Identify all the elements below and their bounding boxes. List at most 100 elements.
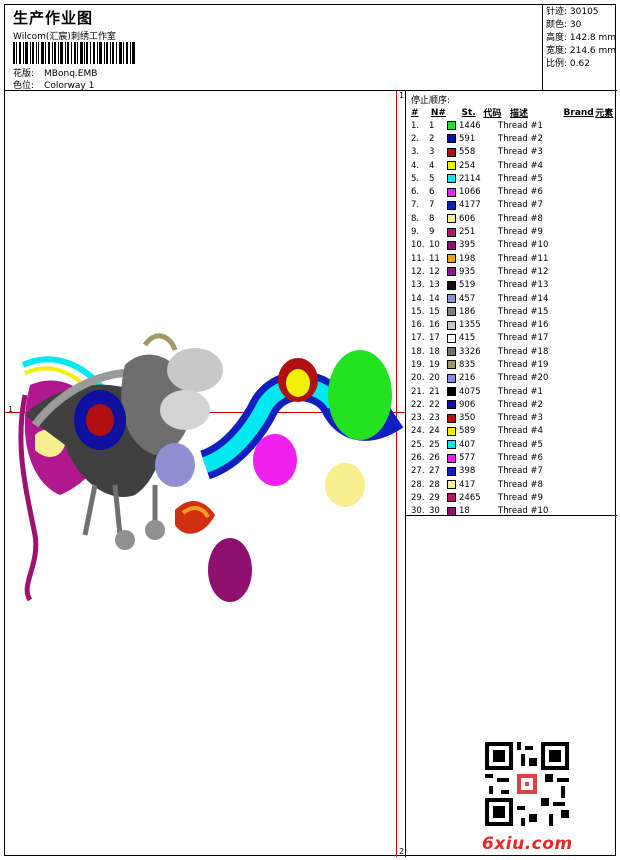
row-index: 12. (411, 266, 425, 277)
color-swatch-cell (445, 360, 458, 370)
row-description: Thread #12 (498, 266, 549, 277)
row-index: 17. (411, 333, 425, 344)
row-stitches: 417 (459, 479, 476, 490)
row-stitches: 18 (459, 506, 470, 517)
color-swatch-cell (445, 506, 458, 516)
row-description: Thread #11 (498, 253, 549, 264)
table-row: 10. 10 395 Thread #10 (409, 239, 617, 252)
row-index: 13. (411, 280, 425, 291)
row-stitches: 186 (459, 306, 476, 317)
row-needle: 11 (429, 253, 440, 264)
color-swatch-cell (445, 426, 458, 436)
color-swatch-cell (445, 413, 458, 423)
row-needle: 6 (429, 187, 435, 198)
row-stitches: 254 (459, 160, 476, 171)
row-stitches: 457 (459, 293, 476, 304)
row-index: 5. (411, 173, 420, 184)
table-row: 27. 27 398 Thread #7 (409, 465, 617, 478)
table-row: 1. 1 1446 Thread #1 (409, 119, 617, 132)
row-stitches: 415 (459, 333, 476, 344)
col-element: 元素 (595, 109, 614, 119)
color-swatch (447, 121, 456, 131)
row-index: 8. (411, 213, 420, 224)
color-swatch-cell (445, 134, 458, 144)
row-index: 14. (411, 293, 425, 304)
row-stitches: 589 (459, 426, 476, 437)
stop-sequence-table: 停止顺序: # N# St. 代码 描述 Brand 元素 1. 1 1446 Thr… (409, 91, 617, 518)
watermark-logo: 6xiu.com (482, 834, 573, 854)
table-row: 8. 8 606 Thread #8 (409, 212, 617, 225)
color-swatch (447, 174, 456, 184)
color-swatch (447, 360, 456, 370)
row-needle: 30 (429, 506, 440, 517)
row-index: 22. (411, 399, 425, 410)
table-row: 29. 29 2465 Thread #9 (409, 491, 617, 504)
row-stitches: 4177 (459, 200, 481, 211)
row-stitches: 3326 (459, 346, 481, 357)
row-index: 11. (411, 253, 425, 264)
color-swatch (447, 506, 456, 516)
row-description: Thread #3 (498, 413, 543, 424)
color-swatch (447, 453, 456, 463)
row-description: Thread #13 (498, 280, 549, 291)
color-swatch-cell (445, 161, 458, 171)
row-description: Thread #19 (498, 359, 549, 370)
color-swatch (447, 200, 456, 210)
table-row: 28. 28 417 Thread #8 (409, 478, 617, 491)
row-index: 9. (411, 227, 420, 238)
row-stitches: 606 (459, 213, 476, 224)
table-row: 3. 3 558 Thread #3 (409, 146, 617, 159)
row-needle: 18 (429, 346, 440, 357)
color-swatch-cell (445, 307, 458, 317)
color-swatch (447, 294, 456, 303)
row-description: Thread #16 (498, 320, 549, 331)
row-index: 20. (411, 373, 425, 384)
color-swatch (447, 440, 456, 450)
color-swatch (447, 280, 456, 290)
row-description: Thread #17 (498, 333, 549, 344)
color-swatch-cell (445, 187, 458, 197)
table-row: 16. 16 1355 Thread #16 (409, 318, 617, 331)
row-description: Thread #20 (498, 373, 549, 384)
row-needle: 8 (429, 213, 435, 224)
production-sheet: 生产作业图 Wilcom(汇宸)刺绣工作室 花版: MBonq.EMB 色位: Co… (4, 4, 617, 857)
row-description: Thread #15 (498, 306, 549, 317)
table-row: 17. 17 415 Thread #17 (409, 332, 617, 345)
color-swatch-cell (445, 320, 458, 330)
table-row: 11. 11 198 Thread #11 (409, 252, 617, 265)
table-row: 24. 24 589 Thread #4 (409, 425, 617, 438)
row-description: Thread #5 (498, 173, 543, 184)
row-needle: 7 (429, 200, 435, 211)
col-needle: N# (430, 107, 446, 118)
table-row: 19. 19 835 Thread #19 (409, 358, 617, 371)
color-swatch (447, 426, 456, 436)
row-index: 21. (411, 386, 425, 397)
color-swatch (447, 387, 456, 397)
color-swatch (447, 147, 456, 157)
color-swatch-cell (445, 493, 458, 503)
row-description: Thread #9 (498, 492, 543, 503)
stitch-count: 针迹: 30105 (546, 7, 599, 17)
col-description: 描述 (510, 109, 529, 119)
col-index: # (411, 107, 419, 118)
row-index: 4. (411, 160, 420, 171)
row-stitches: 1446 (459, 120, 481, 131)
table-body: 1. 1 1446 Thread #1 2. 2 591 Thread #2 3. 3 558 Thr… (409, 119, 617, 518)
row-needle: 26 (429, 453, 440, 464)
sheet-title: 生产作业图 (13, 9, 94, 27)
color-swatch (447, 493, 456, 503)
row-index: 28. (411, 479, 425, 490)
color-swatch-cell (445, 333, 458, 343)
row-needle: 2 (429, 133, 435, 144)
col-code: 代码 (483, 109, 502, 119)
row-description: Thread #10 (498, 506, 549, 517)
row-stitches: 519 (459, 280, 476, 291)
row-stitches: 350 (459, 413, 476, 424)
row-needle: 27 (429, 466, 440, 477)
table-row: 7. 7 4177 Thread #7 (409, 199, 617, 212)
table-row: 20. 20 216 Thread #20 (409, 372, 617, 385)
color-swatch-cell (445, 174, 458, 184)
color-swatch-cell (445, 200, 458, 210)
table-row: 22. 22 906 Thread #2 (409, 398, 617, 411)
row-stitches: 591 (459, 133, 476, 144)
